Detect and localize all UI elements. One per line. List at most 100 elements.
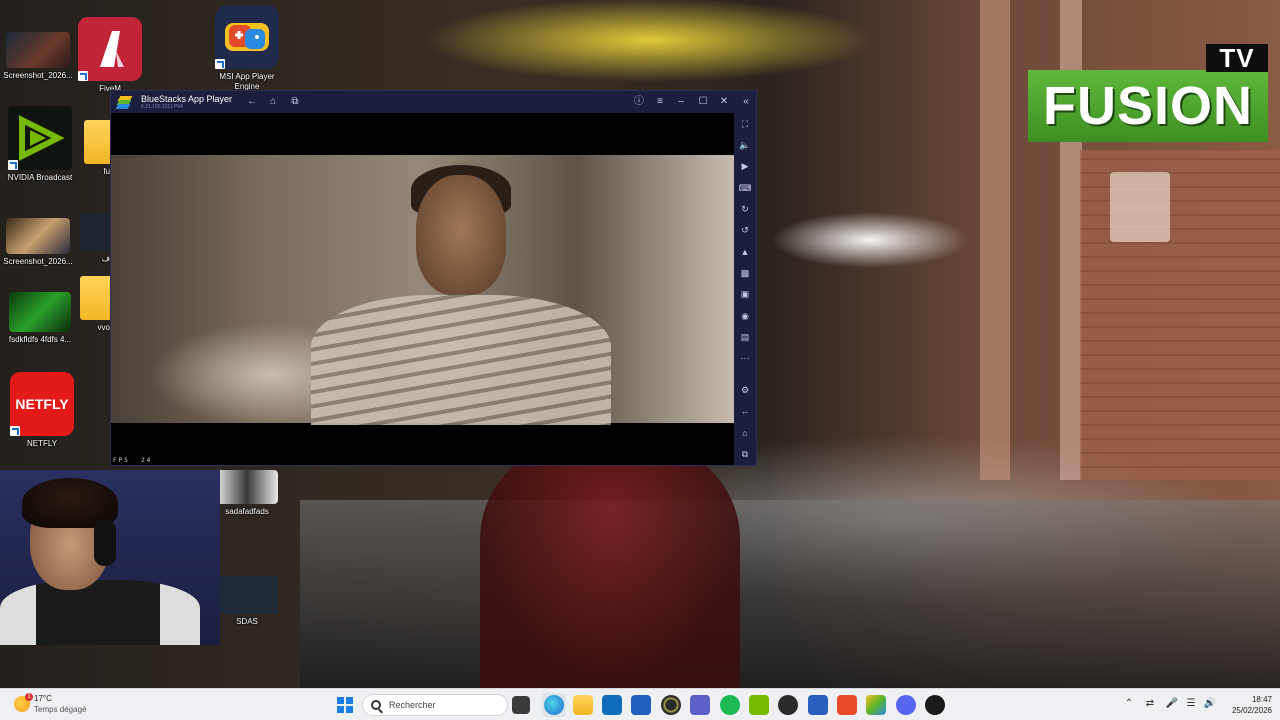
edge-icon[interactable] (544, 695, 564, 715)
android-back-icon[interactable]: ← (738, 404, 752, 418)
nvidia-broadcast-icon (8, 106, 72, 170)
desktop-icon-label: Screenshot_2026... (3, 257, 73, 266)
window-title: BlueStacks App Player (141, 93, 233, 104)
camera-app-icon[interactable] (661, 695, 681, 715)
clock-date: 25/02/2026 (1231, 706, 1272, 715)
netfly-icon: NETFLY (10, 372, 74, 436)
more-icon[interactable]: ⋯ (738, 351, 752, 365)
desktop-icon-label: SDAS (236, 617, 258, 626)
window-version: 5.21.100.1011 P64 (141, 103, 183, 110)
chevron-up-icon[interactable]: ⌃ (1122, 697, 1136, 711)
emulator-screen[interactable] (111, 113, 734, 465)
fullscreen-icon[interactable]: ⛶ (738, 117, 752, 131)
wifi-icon[interactable]: ☰ (1184, 697, 1198, 711)
rotate-icon[interactable]: ↻ (738, 202, 752, 216)
microphone-icon[interactable]: 🎤 (1165, 697, 1179, 711)
help-icon[interactable]: ⓘ (632, 95, 646, 109)
system-clock[interactable]: 18:47 25/02/2026 (1222, 694, 1272, 716)
collapse-sidebar-icon[interactable]: « (739, 95, 753, 109)
teams-icon[interactable] (690, 695, 710, 715)
recents-icon[interactable]: ⧉ (738, 447, 752, 461)
headset-icon (94, 520, 116, 566)
desktop-icon-netfly[interactable]: NETFLY NETFLY (4, 372, 80, 449)
desktop-icon-label: NVIDIA Broadcast (7, 173, 73, 182)
webcam-overlay (0, 470, 220, 645)
search-placeholder: Rechercher (389, 700, 436, 710)
performance-icon[interactable]: ▩ (738, 266, 752, 280)
image-thumbnail-icon (216, 470, 278, 504)
image-thumbnail-icon (216, 576, 278, 614)
sync-icon[interactable]: ↺ (738, 223, 752, 237)
notification-badge: 1 (25, 693, 33, 701)
media-icon[interactable]: ▶ (738, 159, 752, 173)
file-explorer-icon[interactable] (573, 695, 593, 715)
sun-icon: 1 (14, 693, 33, 712)
desktop-icon-label: sadafadfads (225, 507, 269, 516)
desktop-icon-screenshot-2[interactable]: Screenshot_2026... (0, 218, 76, 267)
nvidia-icon[interactable] (749, 695, 769, 715)
android-home-icon[interactable]: ⌂ (738, 426, 752, 440)
notepad-icon[interactable] (808, 695, 828, 715)
taskbar-search[interactable]: Rechercher (362, 694, 508, 716)
screenshot-icon[interactable]: ▣ (738, 287, 752, 301)
install-apk-icon[interactable]: ▲ (738, 245, 752, 259)
close-icon[interactable]: ✕ (717, 95, 731, 109)
bluestacks-taskbar-icon[interactable] (866, 695, 886, 715)
desktop-icon-screenshot-3[interactable]: fsdkfldfs 4fdfs 4... (2, 292, 78, 345)
wallpaper-window (1110, 172, 1170, 242)
menu-icon[interactable]: ≡ (653, 95, 667, 109)
bluestacks-titlebar[interactable]: BlueStacks App Player 5.21.100.1011 P64 … (111, 91, 756, 113)
shortcut-arrow-icon (8, 160, 18, 170)
desktop-icon-sadafadfads[interactable]: sadafadfads (209, 470, 285, 517)
obs-icon[interactable] (925, 695, 945, 715)
folder-icon (80, 276, 110, 320)
bluestacks-sidebar: ⛶ 🔈 ▶ ⌨ ↻ ↺ ▲ ▩ ▣ ◉ ▤ ⋯ ⚙ ← ⌂ ⧉ (734, 113, 756, 465)
weather-description: Temps dégagé (34, 705, 87, 714)
video-frame[interactable] (111, 155, 734, 425)
wallpaper-character (480, 440, 740, 688)
volume-icon[interactable]: 🔊 (1203, 697, 1217, 711)
shortcut-arrow-icon (78, 71, 88, 81)
desktop-icon-nvidia-broadcast[interactable]: NVIDIA Broadcast (2, 106, 78, 183)
desktop-icon-text-file[interactable]: ف (80, 213, 110, 264)
desktop-icon-screenshot-1[interactable]: Screenshot_2026... (0, 32, 76, 81)
back-icon[interactable]: ← (245, 95, 259, 109)
image-thumbnail-icon (9, 292, 71, 332)
microsoft-store-icon[interactable] (631, 695, 651, 715)
record-icon[interactable]: ◉ (738, 309, 752, 323)
spotify-icon[interactable] (720, 695, 740, 715)
home-icon[interactable]: ⌂ (266, 95, 280, 109)
image-thumbnail-icon (6, 218, 70, 254)
shortcut-arrow-icon (10, 426, 20, 436)
desktop-icon-folder-vvo[interactable]: vvo (76, 276, 110, 333)
desktop-icon-folder-fu[interactable]: fu (70, 120, 110, 177)
desktop-icon-msi-app-player[interactable]: MSI App Player Engine (209, 5, 285, 92)
folder-icon[interactable]: ▤ (738, 330, 752, 344)
g-hub-icon[interactable] (778, 695, 798, 715)
netfly-icon-text: NETFLY (15, 396, 69, 412)
bluestacks-window[interactable]: BlueStacks App Player 5.21.100.1011 P64 … (110, 90, 757, 466)
channel-logo: FUSION TV (1028, 44, 1268, 142)
wallpaper-street (300, 500, 1280, 688)
folder-icon (84, 120, 110, 164)
task-view-icon[interactable] (512, 696, 530, 714)
settings-icon[interactable]: ⚙ (738, 383, 752, 397)
multi-instance-icon[interactable]: ⧉ (288, 95, 302, 109)
video-person-body (311, 295, 611, 425)
desktop-icon-sdas[interactable]: SDAS (209, 576, 285, 627)
desktop-icon-label: fsdkfldfs 4fdfs 4... (8, 335, 72, 344)
discord-icon[interactable] (896, 695, 916, 715)
fps-counter: FPS 24 (113, 457, 153, 464)
start-button[interactable] (337, 697, 353, 713)
weather-widget[interactable]: 1 17°C Temps dégagé (14, 693, 86, 715)
network-icon[interactable]: ⇄ (1143, 697, 1157, 711)
keyboard-icon[interactable]: ⌨ (738, 181, 752, 195)
outlook-icon[interactable] (602, 695, 622, 715)
volume-icon[interactable]: 🔈 (738, 138, 752, 152)
desktop-icon-fivem[interactable]: FiveM (72, 17, 148, 94)
msi-app-player-icon (215, 5, 279, 69)
minimize-icon[interactable]: – (674, 95, 688, 109)
desktop-icon-label: MSI App Player Engine (219, 72, 275, 91)
maximize-icon[interactable]: ☐ (696, 95, 710, 109)
snipping-tool-icon[interactable] (837, 695, 857, 715)
